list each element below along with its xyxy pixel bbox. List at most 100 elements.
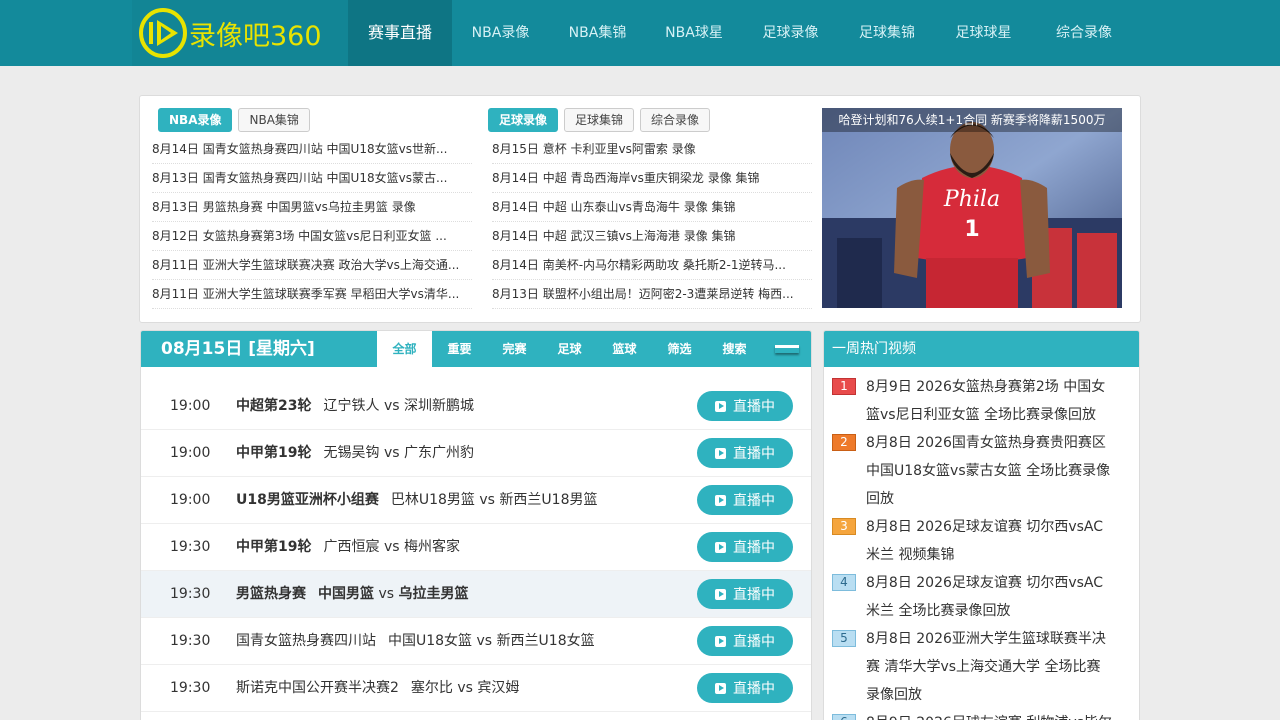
vs-label: vs <box>476 633 493 649</box>
home-team: 辽宁铁人 <box>323 398 380 414</box>
rank-badge: 5 <box>832 630 856 647</box>
match-time: 19:00 <box>170 492 211 508</box>
hot-videos-list: 1 8月9日 2026女篮热身赛第2场 中国女 篮vs尼日利亚女篮 全场比赛录像回放… <box>832 373 1122 720</box>
hot-video-title-line: 8月8日 2026足球友谊赛 切尔西vsAC <box>866 519 1104 535</box>
play-icon <box>715 635 726 647</box>
nav-football-replay[interactable]: 足球录像 <box>742 0 839 66</box>
hot-video-item[interactable]: 1 8月9日 2026女篮热身赛第2场 中国女 篮vs尼日利亚女篮 全场比赛录像回放 <box>832 373 1122 429</box>
nav-football-stars[interactable]: 足球球星 <box>935 0 1032 66</box>
hot-video-item[interactable]: 2 8月8日 2026国青女篮热身赛贵阳赛区 中国U18女篮vs蒙古女篮 全场比赛录… <box>832 429 1122 513</box>
schedule-row[interactable]: 19:30 中甲第19轮 广西恒宸 vs 梅州客家 直播中 <box>141 524 811 571</box>
rank-badge: 6 <box>832 714 856 720</box>
news-item[interactable]: 8月14日 中超 青岛西海岸vs重庆铜梁龙 录像 集锦 <box>492 164 812 193</box>
live-button[interactable]: 直播中 <box>697 438 793 468</box>
nav-nba-highlights[interactable]: NBA集锦 <box>549 0 646 66</box>
play-icon <box>715 400 726 412</box>
schedule-date: 08月15日 [星期六] <box>161 339 315 359</box>
news-item[interactable]: 8月13日 国青女篮热身赛四川站 中国U18女篮vs蒙古... <box>152 164 472 193</box>
news-item[interactable]: 8月14日 南美杯-内马尔精彩两助攻 桑托斯2-1逆转马... <box>492 251 812 280</box>
hot-video-item[interactable]: 4 8月8日 2026足球友谊赛 切尔西vsAC 米兰 全场比赛录像回放 <box>832 569 1122 625</box>
tab-important[interactable]: 重要 <box>432 331 487 367</box>
news-item[interactable]: 8月11日 亚洲大学生篮球联赛季军赛 早稻田大学vs清华... <box>152 280 472 309</box>
hot-video-title-line: 中国U18女篮vs蒙古女篮 全场比赛录像 <box>866 463 1111 479</box>
tab-finished[interactable]: 完赛 <box>487 331 542 367</box>
live-button[interactable]: 直播中 <box>697 579 793 609</box>
schedule-row[interactable]: 19:00 中超第23轮 辽宁铁人 vs 深圳新鹏城 直播中 <box>141 383 811 430</box>
home-team: 广西恒宸 <box>323 539 380 555</box>
live-label: 直播中 <box>733 681 775 697</box>
match-info: 男篮热身赛 中国男篮 vs 乌拉圭男篮 <box>236 571 469 617</box>
schedule-row[interactable]: 19:00 中甲第19轮 无锡吴钩 vs 广东广州豹 直播中 <box>141 430 811 477</box>
live-button[interactable]: 直播中 <box>697 532 793 562</box>
hot-video-item[interactable]: 6 8月9日 2026足球友谊赛 利物浦vs毕尔 <box>832 709 1122 720</box>
nav-live[interactable]: 赛事直播 <box>348 0 452 66</box>
match-league: 中甲第19轮 <box>236 539 312 555</box>
live-button[interactable]: 直播中 <box>697 626 793 656</box>
news-item[interactable]: 8月13日 男篮热身赛 中国男篮vs乌拉圭男篮 录像 <box>152 193 472 222</box>
tab-football[interactable]: 足球 <box>542 331 597 367</box>
news-item[interactable]: 8月12日 女篮热身赛第3场 中国女篮vs尼日利亚女篮 ... <box>152 222 472 251</box>
nav-nba-replay[interactable]: NBA录像 <box>452 0 549 66</box>
schedule-header: 08月15日 [星期六] 全部 重要 完赛 足球 篮球 筛选 搜索 <box>141 331 811 367</box>
nav-nba-stars[interactable]: NBA球星 <box>646 0 742 66</box>
schedule-rows: 19:00 中超第23轮 辽宁铁人 vs 深圳新鹏城 直播中 19:00 中甲第1… <box>141 383 811 712</box>
vs-label: vs <box>457 680 473 696</box>
match-time: 19:30 <box>170 539 211 555</box>
live-label: 直播中 <box>733 634 775 650</box>
live-button[interactable]: 直播中 <box>697 391 793 421</box>
play-icon <box>715 541 726 553</box>
away-team: 梅州客家 <box>403 539 460 555</box>
news-item[interactable]: 8月14日 国青女篮热身赛四川站 中国U18女篮vs世新... <box>152 135 472 164</box>
away-team: 广东广州豹 <box>403 445 474 461</box>
play-icon <box>715 682 726 694</box>
tab-all[interactable]: 全部 <box>377 331 432 367</box>
football-tabs: 足球录像 足球集锦 综合录像 <box>488 108 716 132</box>
tab-basketball[interactable]: 篮球 <box>597 331 652 367</box>
home-team: 巴林U18男篮 <box>390 492 475 508</box>
tab-football-highlights[interactable]: 足球集锦 <box>564 108 635 132</box>
vs-label: vs <box>383 398 400 414</box>
hot-video-title-line: 8月9日 2026足球友谊赛 利物浦vs毕尔 <box>866 709 1122 720</box>
tab-search[interactable]: 搜索 <box>707 331 762 367</box>
away-team: 宾汉姆 <box>477 680 520 696</box>
hot-video-item[interactable]: 3 8月8日 2026足球友谊赛 切尔西vsAC 米兰 视频集锦 <box>832 513 1122 569</box>
tab-football-replay[interactable]: 足球录像 <box>488 108 559 132</box>
home-team: 中国U18女篮 <box>388 633 473 649</box>
live-label: 直播中 <box>733 493 775 509</box>
tab-filter[interactable]: 筛选 <box>652 331 707 367</box>
play-icon <box>715 494 726 506</box>
nav-general-replay[interactable]: 综合录像 <box>1032 0 1136 66</box>
hot-video-title-line: 录像回放 <box>866 687 922 703</box>
news-item[interactable]: 8月13日 联盟杯小组出局！迈阿密2-3遭莱昂逆转 梅西... <box>492 280 812 309</box>
news-item[interactable]: 8月11日 亚洲大学生篮球联赛决赛 政治大学vs上海交通... <box>152 251 472 280</box>
match-info: 中甲第19轮 无锡吴钩 vs 广东广州豹 <box>236 430 474 476</box>
schedule-row[interactable]: 19:30 国青女篮热身赛四川站 中国U18女篮 vs 新西兰U18女篮 直播中 <box>141 618 811 665</box>
tab-nba-highlights[interactable]: NBA集锦 <box>238 108 310 132</box>
jersey-number: 1 <box>964 217 979 242</box>
home-team: 中国男篮 <box>318 586 374 602</box>
vs-label: vs <box>378 586 395 602</box>
rank-badge: 1 <box>832 378 856 395</box>
rank-badge: 4 <box>832 574 856 591</box>
match-info: U18男篮亚洲杯小组赛 巴林U18男篮 vs 新西兰U18男篮 <box>236 477 597 523</box>
nav-football-highlights[interactable]: 足球集锦 <box>839 0 935 66</box>
schedule-row[interactable]: 19:30 男篮热身赛 中国男篮 vs 乌拉圭男篮 直播中 <box>141 571 811 618</box>
hot-video-item[interactable]: 5 8月8日 2026亚洲大学生篮球联赛半决赛 清华大学vs上海交通大学 全场比赛… <box>832 625 1122 709</box>
featured-banner[interactable]: Phila 1 哈登计划和76人续1+1合同 新赛季将降薪1500万 <box>822 108 1122 308</box>
live-button[interactable]: 直播中 <box>697 673 793 703</box>
away-team: 新西兰U18女篮 <box>496 633 595 649</box>
schedule-row[interactable]: 19:30 斯诺克中国公开赛半决赛2 塞尔比 vs 宾汉姆 直播中 <box>141 665 811 712</box>
menu-icon[interactable] <box>775 345 799 353</box>
news-item[interactable]: 8月14日 中超 武汉三镇vs上海海港 录像 集锦 <box>492 222 812 251</box>
tab-general-replay[interactable]: 综合录像 <box>640 108 711 132</box>
hot-video-title-line: 8月8日 2026国青女篮热身赛贵阳赛区 <box>866 435 1106 451</box>
live-button[interactable]: 直播中 <box>697 485 793 515</box>
tab-nba-replay[interactable]: NBA录像 <box>158 108 233 132</box>
vs-label: vs <box>383 539 400 555</box>
news-item[interactable]: 8月15日 意杯 卡利亚里vs阿雷索 录像 <box>492 135 812 164</box>
jersey-text: Phila <box>943 187 1000 212</box>
news-item[interactable]: 8月14日 中超 山东泰山vs青岛海牛 录像 集锦 <box>492 193 812 222</box>
site-logo[interactable]: 录像吧360 <box>132 0 348 66</box>
schedule-row[interactable]: 19:00 U18男篮亚洲杯小组赛 巴林U18男篮 vs 新西兰U18男篮 直播中 <box>141 477 811 524</box>
rank-badge: 3 <box>832 518 856 535</box>
